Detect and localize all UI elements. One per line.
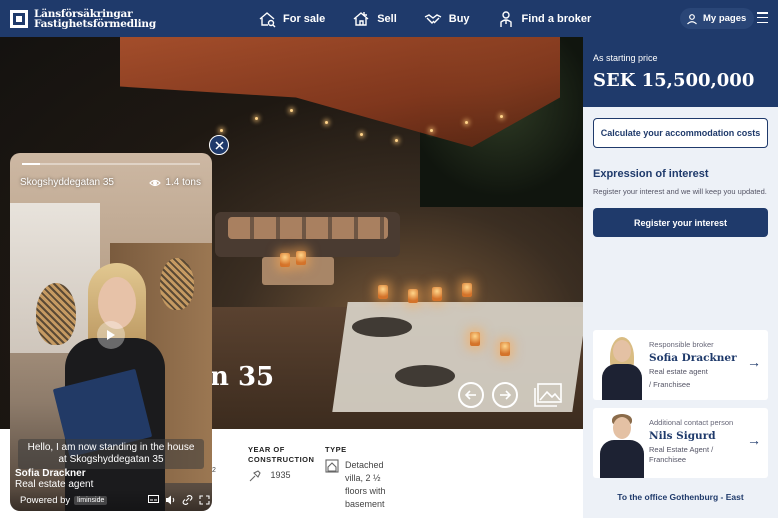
eye-icon <box>149 179 162 186</box>
contact-title-line2: Franchisee <box>649 455 687 464</box>
house-sell-icon <box>353 11 369 26</box>
close-icon <box>214 140 224 150</box>
year-value: 1935 <box>270 470 291 480</box>
share-link-icon[interactable] <box>182 495 193 505</box>
calculate-costs-button[interactable]: Calculate your accommodation costs <box>593 118 768 148</box>
video-view-count: 1.4 tons <box>149 177 201 188</box>
play-icon <box>107 330 115 340</box>
type-heading: TYPE <box>325 445 347 454</box>
top-navigation-bar: Länsförsäkringar Fastighetsförmedling Fo… <box>0 0 778 37</box>
year-heading-line2: CONSTRUCTION <box>248 455 315 464</box>
type-line4: basement <box>345 499 385 509</box>
property-listing-page: Länsförsäkringar Fastighetsförmedling Fo… <box>0 0 778 518</box>
contact-card[interactable]: Additional contact person Nils Sigurd Re… <box>593 408 768 478</box>
arrow-right-icon <box>500 390 512 400</box>
play-button[interactable] <box>97 321 125 349</box>
type-line3: floors with <box>345 486 386 496</box>
hero-address-title: n 35 <box>210 362 275 392</box>
nav-for-sale-label: For sale <box>283 12 326 25</box>
string-lights <box>210 99 540 159</box>
powered-by[interactable]: Powered by liminside <box>20 495 108 506</box>
type-line1: Detached <box>345 460 384 470</box>
nav-find-broker[interactable]: Find a broker <box>497 10 592 28</box>
price-value: SEK 15,500,000 <box>593 70 755 91</box>
price-label: As starting price <box>593 53 658 63</box>
broker-name: Sofia Drackner <box>649 352 737 364</box>
video-progress-bar[interactable] <box>22 163 200 165</box>
close-video-button[interactable] <box>209 135 229 155</box>
register-interest-button[interactable]: Register your interest <box>593 208 768 237</box>
hamburger-menu-icon[interactable] <box>757 12 768 23</box>
contact-role: Additional contact person <box>649 418 734 427</box>
handshake-icon <box>424 13 442 24</box>
type-line2: villa, 2 ½ <box>345 473 381 483</box>
interest-title: Expression of interest <box>593 168 709 180</box>
powered-by-brand: liminside <box>74 496 108 505</box>
contact-title-line1: Real Estate Agent / <box>649 445 714 454</box>
arrow-right-icon: → <box>747 354 761 370</box>
video-caption: Hello, I am now standing in the house at… <box>18 439 204 469</box>
brand-logo[interactable]: Länsförsäkringar Fastighetsförmedling <box>10 7 156 30</box>
powered-by-label: Powered by <box>20 495 71 506</box>
house-search-icon <box>259 11 276 27</box>
contact-name: Nils Sigurd <box>649 430 716 442</box>
listing-sidebar: As starting price SEK 15,500,000 Calcula… <box>583 37 778 518</box>
broker-title-line1: Real estate agent <box>649 367 708 376</box>
subtitles-icon[interactable] <box>148 495 159 505</box>
user-icon <box>687 13 697 24</box>
gallery-icon[interactable] <box>533 382 563 408</box>
trowel-icon <box>249 470 261 482</box>
brand-name-line2: Fastighetsförmedling <box>34 17 156 30</box>
year-of-construction: YEAR OF CONSTRUCTION 1935 <box>248 445 314 483</box>
volume-icon[interactable] <box>165 495 176 505</box>
nav-buy-label: Buy <box>448 12 470 25</box>
video-address: Skogshyddegatan 35 <box>20 177 114 188</box>
broker-avatar <box>597 330 645 400</box>
contact-avatar <box>597 408 645 478</box>
house-type-icon <box>325 459 339 473</box>
video-toolbar <box>148 495 210 505</box>
nav-for-sale[interactable]: For sale <box>258 10 325 28</box>
video-tour-player[interactable]: Skogshyddegatan 35 1.4 tons Hello, I am … <box>10 153 212 511</box>
presenter-name: Sofia Drackner <box>15 468 86 479</box>
main-nav: For sale Sell Buy Find a broker <box>258 0 618 37</box>
broker-role: Responsible broker <box>649 340 714 349</box>
broker-title-line2: / Franchisee <box>649 380 691 389</box>
fullscreen-icon[interactable] <box>199 495 210 505</box>
arrow-right-icon: → <box>747 432 761 448</box>
nav-buy[interactable]: Buy <box>424 10 470 28</box>
nav-find-broker-label: Find a broker <box>521 12 592 25</box>
interest-description: Register your interest and we will keep … <box>593 187 767 196</box>
office-link[interactable]: To the office Gothenburg - East <box>583 492 778 502</box>
price-panel: As starting price SEK 15,500,000 <box>583 37 778 107</box>
area-unit-superscript: 2 <box>212 467 216 474</box>
property-type: TYPE Detached villa, 2 ½ floors with bas… <box>325 445 386 511</box>
previous-image-button[interactable] <box>458 382 484 408</box>
broker-card[interactable]: Responsible broker Sofia Drackner Real e… <box>593 330 768 400</box>
nav-sell-label: Sell <box>377 12 397 25</box>
nav-sell[interactable]: Sell <box>352 10 397 28</box>
brand-name-line1: Länsförsäkringar <box>34 7 133 20</box>
arrow-left-icon <box>464 390 476 400</box>
my-pages-label: My pages <box>703 13 747 24</box>
my-pages-button[interactable]: My pages <box>680 8 755 29</box>
next-image-button[interactable] <box>492 382 518 408</box>
year-heading-line1: YEAR OF <box>248 445 285 454</box>
broker-person-icon <box>499 10 512 27</box>
brand-logo-mark <box>10 9 28 28</box>
video-views-label: 1.4 tons <box>165 177 201 188</box>
